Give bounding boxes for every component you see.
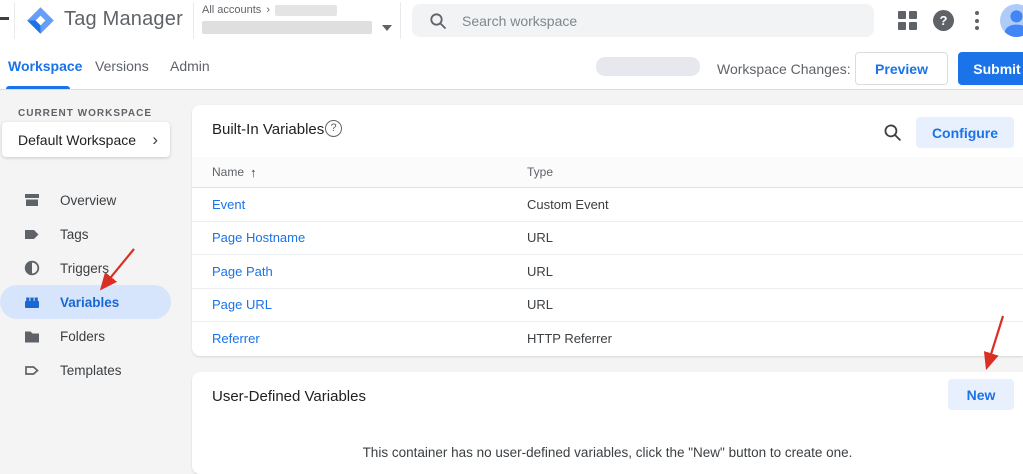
table-row: Page URL URL — [192, 289, 1023, 323]
current-workspace-label: CURRENT WORKSPACE — [18, 108, 152, 119]
column-header-type: Type — [527, 165, 553, 179]
configure-button[interactable]: Configure — [916, 117, 1014, 148]
tag-icon — [23, 225, 41, 243]
workspace-search — [412, 4, 874, 37]
container-name-redacted — [202, 21, 372, 34]
table-header: Name ↑ Type — [192, 157, 1023, 188]
submit-button[interactable]: Submit — [958, 52, 1023, 85]
variable-type: URL — [527, 230, 553, 245]
apps-grid-icon[interactable] — [898, 11, 917, 30]
search-input[interactable] — [462, 13, 782, 29]
variable-link[interactable]: Page URL — [212, 297, 272, 312]
folder-icon — [23, 327, 41, 345]
divider — [400, 2, 401, 39]
workspace-selector[interactable]: Default Workspace › — [2, 122, 170, 157]
variable-type: URL — [527, 297, 553, 312]
workspace-name: Default Workspace — [18, 132, 136, 148]
variable-link[interactable]: Page Hostname — [212, 230, 305, 245]
tab-versions[interactable]: Versions — [95, 58, 149, 74]
sidebar-item-templates[interactable]: Templates — [0, 353, 171, 387]
built-in-variables-title: Built-In Variables — [212, 121, 324, 138]
variable-link[interactable]: Event — [212, 197, 245, 212]
person-icon — [1000, 4, 1023, 37]
variable-type: URL — [527, 264, 553, 279]
help-icon[interactable]: ? — [933, 10, 954, 31]
built-in-variables-card: Built-In Variables ? Configure Name ↑ Ty… — [192, 105, 1023, 356]
variable-link[interactable]: Page Path — [212, 264, 273, 279]
preview-button[interactable]: Preview — [855, 52, 948, 85]
table-row: Page Path URL — [192, 255, 1023, 289]
variables-icon — [23, 293, 41, 311]
variable-link[interactable]: Referrer — [212, 331, 260, 346]
trigger-icon — [23, 259, 41, 277]
built-in-help-icon[interactable]: ? — [325, 120, 342, 137]
sidebar-item-folders[interactable]: Folders — [0, 319, 171, 353]
breadcrumb: All accounts › — [202, 4, 392, 34]
table-row: Referrer HTTP Referrer — [192, 322, 1023, 356]
table-row: Event Custom Event — [192, 188, 1023, 222]
template-icon — [23, 361, 41, 379]
kebab-menu-icon[interactable] — [975, 11, 979, 30]
table-row: Page Hostname URL — [192, 222, 1023, 256]
tab-workspace[interactable]: Workspace — [8, 58, 82, 74]
sidebar-item-tags[interactable]: Tags — [0, 217, 171, 251]
sidebar-nav: Overview Tags Triggers — [0, 183, 171, 387]
window-dash — [0, 17, 9, 20]
content-area: CURRENT WORKSPACE Default Workspace › Ov… — [0, 90, 1023, 474]
divider — [14, 2, 15, 39]
divider — [193, 2, 194, 39]
user-defined-variables-card: User-Defined Variables New This containe… — [192, 372, 1023, 474]
variable-type: HTTP Referrer — [527, 331, 612, 346]
breadcrumb-chevron-icon: › — [266, 4, 270, 16]
sidebar-item-triggers[interactable]: Triggers — [0, 251, 171, 285]
account-name-redacted — [275, 5, 337, 16]
search-icon — [429, 12, 447, 30]
avatar[interactable] — [1000, 4, 1023, 37]
chevron-right-icon: › — [152, 130, 158, 150]
empty-state-message: This container has no user-defined varia… — [192, 445, 1023, 460]
built-in-variables-table: Event Custom Event Page Hostname URL Pag… — [192, 188, 1023, 356]
redacted-text — [596, 57, 700, 76]
user-defined-variables-title: User-Defined Variables — [212, 388, 366, 405]
new-variable-button[interactable]: New — [948, 379, 1014, 410]
chevron-down-icon — [382, 25, 392, 31]
sort-ascending-icon: ↑ — [250, 165, 257, 180]
active-tab-indicator — [6, 86, 70, 89]
breadcrumb-all-accounts-link[interactable]: All accounts — [202, 4, 261, 16]
app-title: Tag Manager — [64, 8, 183, 31]
sidebar-item-overview[interactable]: Overview — [0, 183, 171, 217]
container-selector[interactable] — [202, 21, 392, 34]
gtm-app: Tag Manager All accounts › ? — [0, 0, 1023, 474]
sidebar-item-variables[interactable]: Variables — [0, 285, 171, 319]
workspace-changes: Workspace Changes: 0 — [717, 61, 862, 77]
tab-admin[interactable]: Admin — [170, 58, 210, 74]
column-header-name[interactable]: Name ↑ — [192, 165, 527, 180]
table-search-icon[interactable] — [883, 123, 902, 142]
variable-type: Custom Event — [527, 197, 609, 212]
overview-icon — [23, 191, 41, 209]
top-header: Tag Manager All accounts › ? — [0, 0, 1023, 41]
tag-manager-logo-icon[interactable] — [26, 6, 55, 35]
